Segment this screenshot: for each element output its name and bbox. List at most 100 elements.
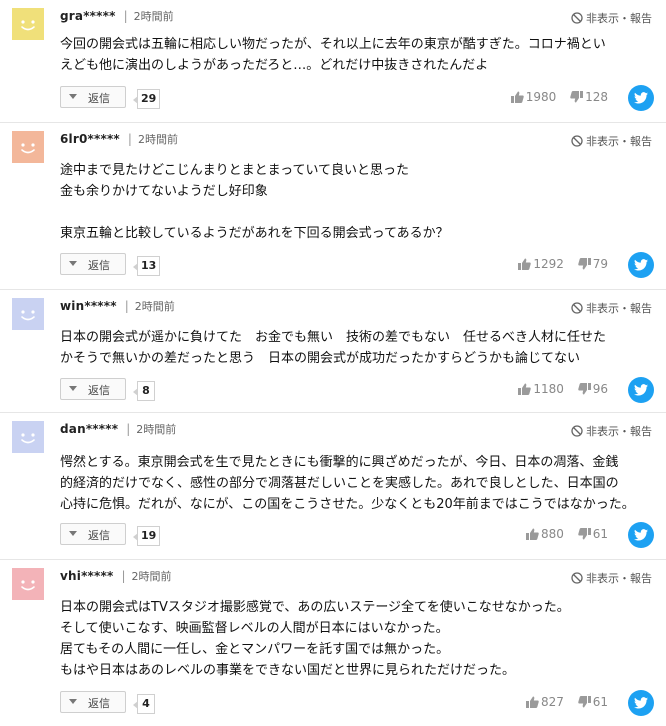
ban-icon [571,12,583,27]
thumbs-down-icon [577,527,593,541]
comment-item: vhi***** | 2時間前 非表示・報告 日本の開会式はTVスタジオ撮影感覚で、… [0,560,666,726]
reply-count[interactable]: 19 [132,526,161,546]
separator: | [124,299,129,313]
triangle-down-icon [69,261,77,266]
dislike-button[interactable]: 79 [577,257,608,271]
dislike-count: 61 [592,695,608,709]
comment-text: 途中まで見たけどこじんまりとまとまっていて良いと思った 金も余りかけてないようだ… [60,163,449,241]
reply-button[interactable]: 返信 [60,378,126,400]
comment-time: 2時間前 [136,423,177,436]
avatar[interactable] [12,131,44,163]
comment-text: 日本の開会式はTVスタジオ撮影感覚で、あの広いステージ全てを使いこなせなかった。… [60,600,570,678]
thumbs-up-icon [510,90,526,104]
comment-item: dan***** | 2時間前 非表示・報告 愕然とする。東京開会式を生で見たときに… [0,413,666,560]
hide-report-link[interactable]: 非表示・報告 [571,300,652,317]
reply-button[interactable]: 返信 [60,86,126,108]
dislike-count: 79 [592,257,608,271]
ban-icon [571,302,583,317]
like-count: 880 [540,527,564,541]
reply-count[interactable]: 29 [132,89,161,109]
comment-username[interactable]: vhi***** [60,569,113,583]
comment-text: 今回の開会式は五輪に相応しい物だったが、それ以上に去年の東京が酷すぎた。コロナ禍… [60,37,606,73]
reply-count[interactable]: 8 [133,381,155,401]
reply-button[interactable]: 返信 [60,691,126,713]
comment-username[interactable]: 6lr0***** [60,132,120,146]
reply-label: 返信 [88,259,110,272]
twitter-share-button[interactable] [628,522,654,548]
triangle-down-icon [69,699,77,704]
hide-report-label[interactable]: 非表示・報告 [586,425,652,438]
comment-item: win***** | 2時間前 非表示・報告 日本の開会式が遥かに負けてた お金でも… [0,290,666,413]
comment-text: 愕然とする。東京開会式を生で見たときにも衝撃的に興ざめだったが、今日、日本の凋落… [60,455,635,512]
ban-icon [571,135,583,150]
twitter-share-button[interactable] [628,85,654,111]
reply-button[interactable]: 返信 [60,523,126,545]
hide-report-link[interactable]: 非表示・報告 [571,10,652,27]
dislike-count: 128 [585,90,608,104]
thumbs-up-icon [525,695,541,709]
dislike-count: 61 [592,527,608,541]
ban-icon [571,425,583,440]
separator: | [127,132,132,146]
avatar[interactable] [12,568,44,600]
comment-item: gra***** | 2時間前 非表示・報告 今回の開会式は五輪に相応しい物だったが… [0,0,666,123]
twitter-share-button[interactable] [628,690,654,716]
reply-count[interactable]: 13 [132,256,161,276]
hide-report-label[interactable]: 非表示・報告 [586,135,652,148]
comment-username[interactable]: gra***** [60,9,116,23]
triangle-down-icon [69,94,77,99]
like-count: 1292 [533,257,564,271]
dislike-button[interactable]: 128 [570,90,608,104]
dislike-count: 96 [592,382,608,396]
comment-time: 2時間前 [134,300,175,313]
ban-icon [571,572,583,587]
dislike-button[interactable]: 61 [577,695,608,709]
avatar[interactable] [12,421,44,453]
like-button[interactable]: 880 [525,527,564,541]
triangle-down-icon [69,386,77,391]
triangle-down-icon [69,531,77,536]
like-button[interactable]: 827 [525,695,564,709]
hide-report-label[interactable]: 非表示・報告 [586,12,652,25]
dislike-button[interactable]: 61 [577,527,608,541]
like-count: 1180 [533,382,564,396]
like-button[interactable]: 1980 [510,90,557,104]
thumbs-down-icon [570,90,585,104]
comment-time: 2時間前 [133,10,174,23]
reply-button[interactable]: 返信 [60,253,126,275]
reply-label: 返信 [88,92,110,105]
comment-username[interactable]: dan***** [60,422,118,436]
like-count: 827 [540,695,564,709]
avatar[interactable] [12,298,44,330]
hide-report-label[interactable]: 非表示・報告 [586,572,652,585]
thumbs-down-icon [577,382,593,396]
comment-username[interactable]: win***** [60,299,117,313]
separator: | [123,9,128,23]
reply-label: 返信 [88,529,110,542]
comment-text: 日本の開会式が遥かに負けてた お金でも無い 技術の差でもない 任せるべき人材に任… [60,330,607,366]
reply-label: 返信 [88,384,110,397]
separator: | [126,422,131,436]
like-button[interactable]: 1180 [518,382,564,396]
like-count: 1980 [525,90,557,104]
thumbs-up-icon [518,257,533,271]
hide-report-label[interactable]: 非表示・報告 [586,302,652,315]
twitter-share-button[interactable] [628,252,654,278]
thumbs-down-icon [577,695,593,709]
thumbs-up-icon [525,527,541,541]
hide-report-link[interactable]: 非表示・報告 [571,133,652,150]
comment-item: 6lr0***** | 2時間前 非表示・報告 途中まで見たけどこじんまりとまとまっ… [0,123,666,290]
thumbs-up-icon [518,382,533,396]
reply-label: 返信 [88,697,110,710]
hide-report-link[interactable]: 非表示・報告 [571,570,652,587]
like-button[interactable]: 1292 [518,257,564,271]
twitter-share-button[interactable] [628,377,654,403]
hide-report-link[interactable]: 非表示・報告 [571,423,652,440]
reply-count[interactable]: 4 [133,694,155,714]
comment-time: 2時間前 [137,133,178,146]
comment-time: 2時間前 [131,570,172,583]
dislike-button[interactable]: 96 [577,382,608,396]
avatar[interactable] [12,8,44,40]
separator: | [121,569,126,583]
thumbs-down-icon [577,257,593,271]
